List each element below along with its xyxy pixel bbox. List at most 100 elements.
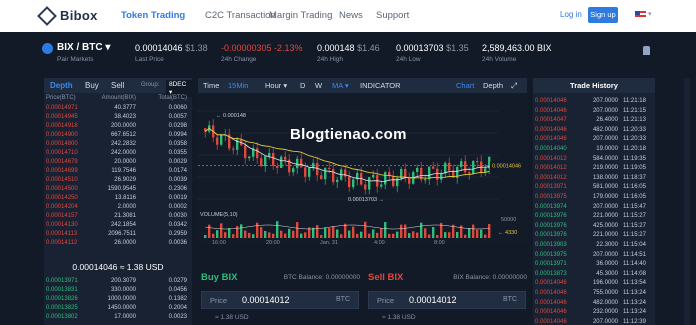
- order-amount: 200.0000: [110, 123, 136, 129]
- order-row[interactable]: 0.00014113 2096.7511 0.2959: [44, 231, 192, 240]
- volume-bar: [444, 232, 447, 238]
- order-row[interactable]: 0.00014800 242.2832 0.0358: [44, 141, 192, 150]
- candle-body: [344, 169, 347, 177]
- order-row[interactable]: 0.00014945 38.4023 0.0057: [44, 114, 192, 123]
- order-row[interactable]: 0.00014204 2.0000 0.0002: [44, 204, 192, 213]
- indicator-button[interactable]: INDICATOR: [360, 81, 401, 90]
- trade-history: Trade History 0.00014046 207.0000 11:21:18…: [533, 78, 655, 325]
- interval-day[interactable]: D: [300, 81, 305, 90]
- order-row[interactable]: 0.00014679 20.0000 0.0029: [44, 159, 192, 168]
- login-link[interactable]: Log in: [560, 10, 582, 19]
- trade-amount: 207.0000: [592, 98, 618, 104]
- candle-body: [372, 174, 375, 178]
- order-row[interactable]: 0.00014918 200.0000 0.0298: [44, 123, 192, 132]
- view-depth[interactable]: Depth: [483, 81, 503, 90]
- col-price: Price(BTC): [46, 95, 76, 101]
- nav-margin-trading[interactable]: Margin Trading: [269, 10, 332, 21]
- order-amount: 26.0000: [114, 240, 136, 246]
- order-row[interactable]: 0.00013802 17.0000 0.0023: [44, 314, 192, 323]
- pair-selector[interactable]: BIX / BTC ▾: [57, 42, 110, 53]
- order-price: 0.00014699: [46, 168, 78, 174]
- volume-bar: [428, 234, 431, 238]
- trade-row: 0.00014046 482.0000 11:20:33: [533, 127, 655, 136]
- nav-support[interactable]: Support: [376, 10, 409, 21]
- candle-body: [272, 153, 275, 166]
- order-row[interactable]: 0.00014971 40.3777 0.0060: [44, 105, 192, 114]
- tab-buy[interactable]: Buy: [85, 81, 99, 90]
- interval-15min[interactable]: 15Min: [228, 81, 248, 90]
- order-row[interactable]: 0.00014699 119.7546 0.0174: [44, 168, 192, 177]
- order-amount: 2096.7511: [108, 231, 136, 237]
- order-row[interactable]: 0.00013825 1450.0000 0.2004: [44, 305, 192, 314]
- chevron-down-icon[interactable]: ▾: [648, 10, 652, 18]
- trade-amount: 482.0000: [592, 126, 618, 133]
- candlestick-chart[interactable]: ← 0.000148 0.00013703 → 0.00014046 VOLUME(5…: [198, 93, 527, 244]
- trade-price: 0.00013975: [535, 251, 567, 258]
- order-row[interactable]: 0.00014157 21.3081 0.0030: [44, 213, 192, 222]
- notification-icon[interactable]: [643, 46, 650, 55]
- view-chart[interactable]: Chart: [456, 81, 474, 90]
- scrollbar[interactable]: [684, 78, 690, 325]
- trade-amount: 207.0000: [592, 107, 618, 114]
- tab-sell[interactable]: Sell: [111, 81, 124, 90]
- order-amount: 38.4023: [114, 114, 136, 120]
- nav-token-trading[interactable]: Token Trading: [121, 10, 185, 21]
- trade-price: 0.00014040: [535, 146, 567, 152]
- nav-c2c-transaction[interactable]: C2C Transaction: [205, 10, 276, 21]
- fullscreen-icon[interactable]: ⤢: [511, 81, 517, 91]
- order-row[interactable]: 0.00014112 26.0000 0.0036: [44, 240, 192, 249]
- volume-bar: [336, 229, 339, 238]
- candle-body: [444, 162, 447, 174]
- order-price: 0.00014112: [46, 240, 78, 246]
- trade-amount: 581.0000: [592, 184, 618, 191]
- order-row[interactable]: 0.00014900 667.6512 0.0994: [44, 132, 192, 141]
- order-row[interactable]: 0.00014510 26.9029 0.0039: [44, 177, 192, 186]
- order-row[interactable]: 0.00014250 13.8116 0.0019: [44, 195, 192, 204]
- candle-body: [368, 177, 371, 190]
- tab-depth[interactable]: Depth: [50, 81, 73, 90]
- trade-row: 0.00013976 221.0000 11:15:27: [533, 232, 655, 241]
- trade-amount: 232.0000: [592, 309, 618, 316]
- order-amount: 200.3079: [110, 278, 136, 284]
- trade-price: 0.00013971: [535, 184, 567, 191]
- trade-time: 11:16:05: [623, 194, 646, 200]
- trade-price: 0.00014046: [535, 98, 567, 104]
- order-row[interactable]: 0.00013826 1000.0000 0.1382: [44, 296, 192, 305]
- interval-week[interactable]: W: [315, 81, 322, 90]
- bibox-logo[interactable]: Bibox: [37, 5, 98, 26]
- order-row[interactable]: 0.00014500 1590.9545 0.2306: [44, 186, 192, 195]
- volume-bar: [420, 222, 423, 238]
- candle-body: [260, 158, 263, 167]
- signup-button[interactable]: Sign up: [588, 7, 618, 23]
- volume-axis-label: 50000: [501, 217, 516, 223]
- order-total: 0.0057: [168, 114, 187, 120]
- trade-row: 0.00014012 584.0000 11:19:35: [533, 156, 655, 165]
- order-row[interactable]: 0.00014710 242.0000 0.0355: [44, 150, 192, 159]
- volume-bar: [288, 228, 291, 238]
- ma-select[interactable]: MA ▾: [332, 81, 349, 90]
- volume-bar: [224, 232, 227, 238]
- order-row[interactable]: 0.00014130 242.1854 0.0342: [44, 222, 192, 231]
- interval-hour[interactable]: Hour ▾: [265, 81, 287, 90]
- trade-amount: 482.0000: [592, 299, 618, 306]
- candle-body: [408, 177, 411, 184]
- buy-price-input[interactable]: Price 0.00014012 BTC: [201, 291, 359, 309]
- trade-time: 11:21:18: [623, 98, 646, 104]
- order-total: 0.0039: [168, 177, 187, 183]
- candle-body: [268, 153, 271, 157]
- order-row[interactable]: 0.00013831 330.0000 0.0456: [44, 287, 192, 296]
- order-total: 0.2004: [168, 305, 187, 311]
- order-row[interactable]: 0.00013971 200.3079 0.0279: [44, 278, 192, 287]
- candle-body: [300, 158, 303, 168]
- sell-price-input[interactable]: Price 0.00014012 BTC: [368, 291, 526, 309]
- candle-body: [296, 158, 299, 169]
- candle-body: [428, 166, 431, 180]
- volume-bar: [324, 227, 327, 238]
- trade-time: 11:15:27: [623, 213, 646, 220]
- us-flag-icon[interactable]: [635, 11, 646, 19]
- x-tick-label: 4:00: [374, 240, 385, 244]
- trade-row: 0.00014046 232.0000 11:13:24: [533, 309, 655, 318]
- candle-body: [364, 184, 367, 190]
- volume-bar: [316, 225, 319, 238]
- nav-news[interactable]: News: [339, 10, 363, 21]
